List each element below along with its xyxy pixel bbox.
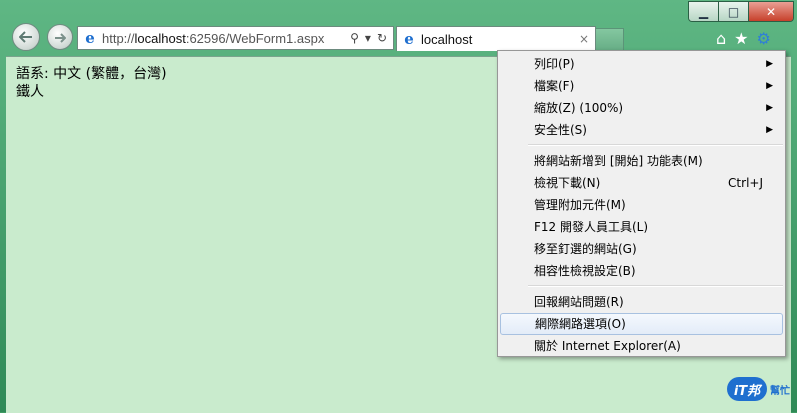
menu-item-internet-options[interactable]: 網際網路選項(O) [500,313,783,335]
ie-logo-icon: e [85,29,95,47]
address-bar[interactable]: e http://localhost:62596/WebForm1.aspx ⚲… [77,26,394,50]
menu-item-about-ie[interactable]: 關於 Internet Explorer(A) [500,335,783,357]
ithelp-logo: iT邦 [727,377,767,401]
menu-item-add-site-to-start[interactable]: 將網站新增到 [開始] 功能表(M) [500,150,783,172]
forward-button[interactable] [47,24,73,50]
search-icon[interactable]: ⚲ [350,31,359,45]
home-icon[interactable]: ⌂ [716,29,726,48]
chevron-right-icon: ▶ [766,125,773,135]
menu-separator [528,285,783,287]
back-button[interactable] [12,23,40,51]
ie-logo-icon: e [404,30,414,48]
menu-item-report-website[interactable]: 回報網站問題(R) [500,291,783,313]
tab-title: localhost [421,31,473,47]
menu-item-manage-addons[interactable]: 管理附加元件(M) [500,194,783,216]
menu-item-print[interactable]: 列印(P) ▶ [500,53,783,75]
dropdown-icon[interactable]: ▾ [365,31,371,45]
chevron-right-icon: ▶ [766,59,773,69]
menu-separator [528,144,783,146]
watermark-text: 幫忙 [770,385,790,397]
favorites-icon[interactable]: ★ [734,29,748,48]
ithome-watermark: iT邦 幫忙 [727,372,793,406]
close-tab-icon[interactable]: × [579,32,595,46]
forward-arrow-icon [54,28,67,47]
menu-item-developer-tools[interactable]: F12 開發人員工具(L) [500,216,783,238]
menu-item-view-downloads[interactable]: 檢視下載(N) Ctrl+J [500,172,783,194]
shortcut-label: Ctrl+J [728,176,763,190]
new-tab-button[interactable] [596,28,624,51]
tab-localhost[interactable]: e localhost × [396,26,596,51]
chevron-right-icon: ▶ [766,103,773,113]
close-button[interactable]: ✕ [749,2,793,21]
refresh-icon[interactable]: ↻ [377,31,387,45]
gear-icon[interactable]: ⚙ [757,29,771,48]
maximize-button[interactable]: □ [719,2,749,21]
back-arrow-icon [18,28,33,47]
minimize-button[interactable]: ▁ [689,2,719,21]
command-icons: ⌂ ★ ⚙ [716,29,771,48]
chevron-right-icon: ▶ [766,81,773,91]
menu-item-pinned-sites[interactable]: 移至釘選的網站(G) [500,238,783,260]
url-text[interactable]: http://localhost:62596/WebForm1.aspx [102,31,350,46]
tools-menu: 列印(P) ▶ 檔案(F) ▶ 縮放(Z) (100%) ▶ 安全性(S) ▶ 將網站新… [497,50,786,357]
menu-item-zoom[interactable]: 縮放(Z) (100%) ▶ [500,97,783,119]
menu-item-file[interactable]: 檔案(F) ▶ [500,75,783,97]
menu-item-safety[interactable]: 安全性(S) ▶ [500,119,783,141]
window-controls: ▁ □ ✕ [688,1,794,22]
menu-item-compatibility-view[interactable]: 相容性檢視設定(B) [500,260,783,282]
